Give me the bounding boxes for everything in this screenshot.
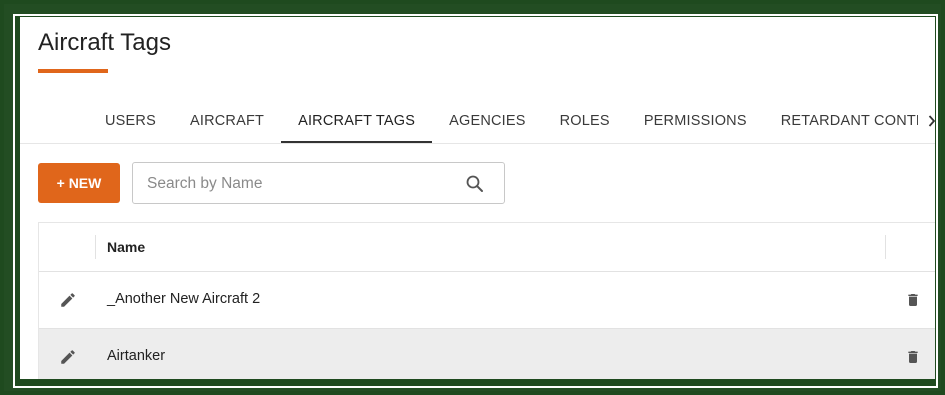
admin-panel: Aircraft Tags USERS AIRCRAFT AIRCRAFT TA…	[20, 17, 935, 379]
tab-users[interactable]: USERS	[88, 99, 173, 143]
page-title: Aircraft Tags	[38, 29, 171, 56]
new-button[interactable]: + NEW	[38, 163, 120, 203]
search-box	[132, 162, 505, 205]
title-underline	[38, 69, 108, 73]
search-icon[interactable]	[465, 174, 485, 194]
tab-retardant-contracts[interactable]: RETARDANT CONTRACTS	[764, 99, 918, 143]
aircraft-tags-table: Name _Another New Aircraft 2 Airtanker	[38, 222, 935, 379]
tab-bar-divider	[20, 143, 935, 144]
tab-aircraft-tags[interactable]: AIRCRAFT TAGS	[281, 99, 433, 143]
table-row[interactable]: _Another New Aircraft 2	[39, 272, 935, 329]
tab-bar: USERS AIRCRAFT AIRCRAFT TAGS AGENCIES RO…	[88, 99, 935, 143]
row-name: Airtanker	[107, 348, 166, 364]
tab-permissions[interactable]: PERMISSIONS	[627, 99, 764, 143]
column-divider	[885, 235, 886, 259]
tab-agencies[interactable]: AGENCIES	[432, 99, 543, 143]
chevron-right-icon	[928, 115, 935, 127]
tab-aircraft[interactable]: AIRCRAFT	[173, 99, 281, 143]
table-header: Name	[39, 223, 935, 272]
table-row[interactable]: Airtanker	[39, 329, 935, 379]
search-input[interactable]	[145, 163, 449, 205]
tab-scroll-right-button[interactable]	[926, 99, 935, 143]
row-name: _Another New Aircraft 2	[107, 291, 261, 307]
pencil-icon[interactable]	[59, 291, 77, 309]
trash-icon[interactable]	[905, 348, 921, 366]
trash-icon[interactable]	[905, 291, 921, 309]
tab-roles[interactable]: ROLES	[543, 99, 627, 143]
column-divider	[95, 235, 96, 259]
column-header-name[interactable]: Name	[107, 239, 145, 255]
pencil-icon[interactable]	[59, 348, 77, 366]
